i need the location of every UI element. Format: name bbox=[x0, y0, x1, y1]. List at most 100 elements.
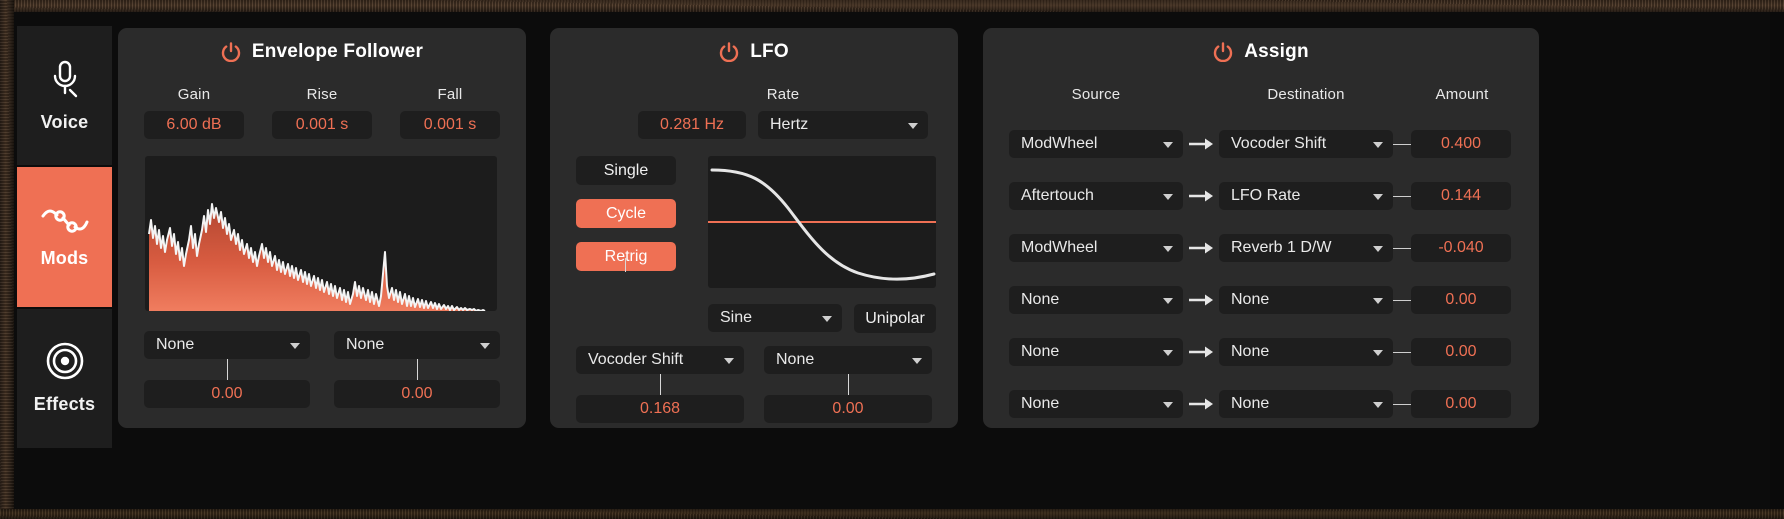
rise-value[interactable]: 0.001 s bbox=[272, 111, 372, 139]
lfo-mod-connector-2 bbox=[848, 374, 849, 395]
microphone-icon bbox=[48, 59, 82, 99]
lfo-rate-unit-dropdown[interactable]: Hertz bbox=[758, 111, 928, 139]
table-row: None None 0.00 bbox=[1009, 378, 1513, 430]
arrow-right-icon bbox=[1183, 241, 1219, 255]
sidebar: Voice Mods Effects bbox=[17, 26, 112, 448]
assign-destination-6[interactable]: None bbox=[1219, 390, 1393, 418]
lfo-shape-dropdown[interactable]: Sine bbox=[708, 304, 842, 332]
assign-source-3[interactable]: ModWheel bbox=[1009, 234, 1183, 262]
assign-amount-4[interactable]: 0.00 bbox=[1411, 286, 1511, 314]
rise-label: Rise bbox=[306, 86, 338, 103]
lfo-mode-retrig-button[interactable]: Retrig bbox=[576, 242, 676, 271]
table-row: None None 0.00 bbox=[1009, 326, 1513, 378]
arrow-right-icon bbox=[1183, 397, 1219, 411]
fall-label: Fall bbox=[437, 86, 463, 103]
sidebar-item-label: Effects bbox=[33, 394, 96, 415]
lfo-mod-amount-1[interactable]: 0.168 bbox=[576, 395, 744, 423]
target-rings-icon bbox=[45, 341, 85, 381]
lfo-header: LFO bbox=[550, 28, 958, 76]
lfo-rate-value[interactable]: 0.281 Hz bbox=[638, 111, 746, 139]
lfo-mod-connector-1 bbox=[660, 374, 661, 395]
assign-link-line-5 bbox=[1393, 351, 1411, 353]
assign-title: Assign bbox=[1244, 41, 1309, 62]
lfo-mode-buttons: Single Cycle Retrig bbox=[576, 156, 676, 285]
gain-param: Gain 6.00 dB bbox=[144, 86, 244, 139]
assign-source-5[interactable]: None bbox=[1009, 338, 1183, 366]
assign-source-4[interactable]: None bbox=[1009, 286, 1183, 314]
assign-header-amount: Amount bbox=[1435, 86, 1489, 103]
lfo-mod-amount-2[interactable]: 0.00 bbox=[764, 395, 932, 423]
assign-amount-2[interactable]: 0.144 bbox=[1411, 182, 1511, 210]
lfo-mode-cycle-button[interactable]: Cycle bbox=[576, 199, 676, 228]
envelope-follower-header: Envelope Follower bbox=[118, 28, 526, 76]
arrow-right-icon bbox=[1183, 345, 1219, 359]
assign-link-line-6 bbox=[1393, 403, 1411, 405]
assign-header-source: Source bbox=[1071, 86, 1121, 103]
sidebar-item-effects[interactable]: Effects bbox=[17, 308, 112, 448]
assign-destination-5[interactable]: None bbox=[1219, 338, 1393, 366]
rise-param: Rise 0.001 s bbox=[272, 86, 372, 139]
assign-source-2[interactable]: Aftertouch bbox=[1009, 182, 1183, 210]
env-mod-amount-2[interactable]: 0.00 bbox=[334, 380, 500, 408]
lfo-mod-slot-2: None 0.00 bbox=[764, 346, 932, 423]
assign-destination-1[interactable]: Vocoder Shift bbox=[1219, 130, 1393, 158]
sidebar-item-mods[interactable]: Mods bbox=[17, 167, 112, 309]
assign-amount-3[interactable]: -0.040 bbox=[1411, 234, 1511, 262]
assign-link-line-1 bbox=[1393, 143, 1411, 145]
table-row: ModWheel Vocoder Shift 0.400 bbox=[1009, 118, 1513, 170]
power-icon[interactable] bbox=[1213, 42, 1233, 62]
window-frame-bottom bbox=[0, 509, 1784, 519]
fall-param: Fall 0.001 s bbox=[400, 86, 500, 139]
lfo-polarity-button[interactable]: Unipolar bbox=[854, 304, 936, 333]
lfo-shape-row: Sine Unipolar bbox=[708, 304, 936, 333]
assign-amount-6[interactable]: 0.00 bbox=[1411, 390, 1511, 418]
assign-destination-2[interactable]: LFO Rate bbox=[1219, 182, 1393, 210]
power-icon[interactable] bbox=[719, 42, 739, 62]
fall-value[interactable]: 0.001 s bbox=[400, 111, 500, 139]
env-mod-slot-1: None 0.00 bbox=[144, 331, 310, 408]
arrow-right-icon bbox=[1183, 189, 1219, 203]
sidebar-item-label: Mods bbox=[40, 247, 89, 268]
assign-header: Assign bbox=[983, 28, 1539, 76]
lfo-mod-destination-2[interactable]: None bbox=[764, 346, 932, 374]
assign-source-1[interactable]: ModWheel bbox=[1009, 130, 1183, 158]
env-mod-destination-2[interactable]: None bbox=[334, 331, 500, 359]
power-icon[interactable] bbox=[221, 42, 241, 62]
assign-source-6[interactable]: None bbox=[1009, 390, 1183, 418]
window-frame-left bbox=[0, 0, 14, 519]
modulation-icon bbox=[41, 205, 89, 235]
assign-column-headers: Source Destination Amount bbox=[1009, 86, 1513, 103]
assign-link-line-4 bbox=[1393, 299, 1411, 301]
gain-label: Gain bbox=[177, 86, 211, 103]
lfo-mod-slot-1: Vocoder Shift 0.168 bbox=[576, 346, 744, 423]
table-row: Aftertouch LFO Rate 0.144 bbox=[1009, 170, 1513, 222]
lfo-rate-label: Rate bbox=[766, 86, 800, 103]
gain-value[interactable]: 6.00 dB bbox=[144, 111, 244, 139]
lfo-mode-single-button[interactable]: Single bbox=[576, 156, 676, 185]
window-frame-top bbox=[0, 0, 1784, 12]
assign-amount-5[interactable]: 0.00 bbox=[1411, 338, 1511, 366]
envelope-follower-title: Envelope Follower bbox=[251, 41, 424, 62]
assign-destination-3[interactable]: Reverb 1 D/W bbox=[1219, 234, 1393, 262]
envelope-follower-mod-slots: None 0.00 None 0.00 bbox=[144, 331, 500, 408]
arrow-right-icon bbox=[1183, 137, 1219, 151]
lfo-mod-destination-1[interactable]: Vocoder Shift bbox=[576, 346, 744, 374]
assign-rows: ModWheel Vocoder Shift 0.400 Aftertouch … bbox=[1009, 118, 1513, 430]
sidebar-item-voice[interactable]: Voice bbox=[17, 26, 112, 168]
assign-panel: Assign Source Destination Amount ModWhee… bbox=[983, 28, 1539, 428]
assign-link-line-2 bbox=[1393, 195, 1411, 197]
lfo-rate-group: Rate 0.281 Hz Hertz bbox=[638, 86, 928, 139]
env-mod-connector-1 bbox=[227, 359, 228, 380]
assign-amount-1[interactable]: 0.400 bbox=[1411, 130, 1511, 158]
arrow-right-icon bbox=[1183, 293, 1219, 307]
lfo-mode-connector bbox=[625, 258, 626, 272]
lfo-title: LFO bbox=[750, 41, 789, 62]
env-mod-amount-1[interactable]: 0.00 bbox=[144, 380, 310, 408]
table-row: ModWheel Reverb 1 D/W -0.040 bbox=[1009, 222, 1513, 274]
assign-header-destination: Destination bbox=[1267, 86, 1345, 103]
envelope-follower-graph bbox=[145, 156, 497, 311]
envelope-follower-panel: Envelope Follower Gain 6.00 dB Rise 0.00… bbox=[118, 28, 526, 428]
table-row: None None 0.00 bbox=[1009, 274, 1513, 326]
env-mod-destination-1[interactable]: None bbox=[144, 331, 310, 359]
assign-destination-4[interactable]: None bbox=[1219, 286, 1393, 314]
